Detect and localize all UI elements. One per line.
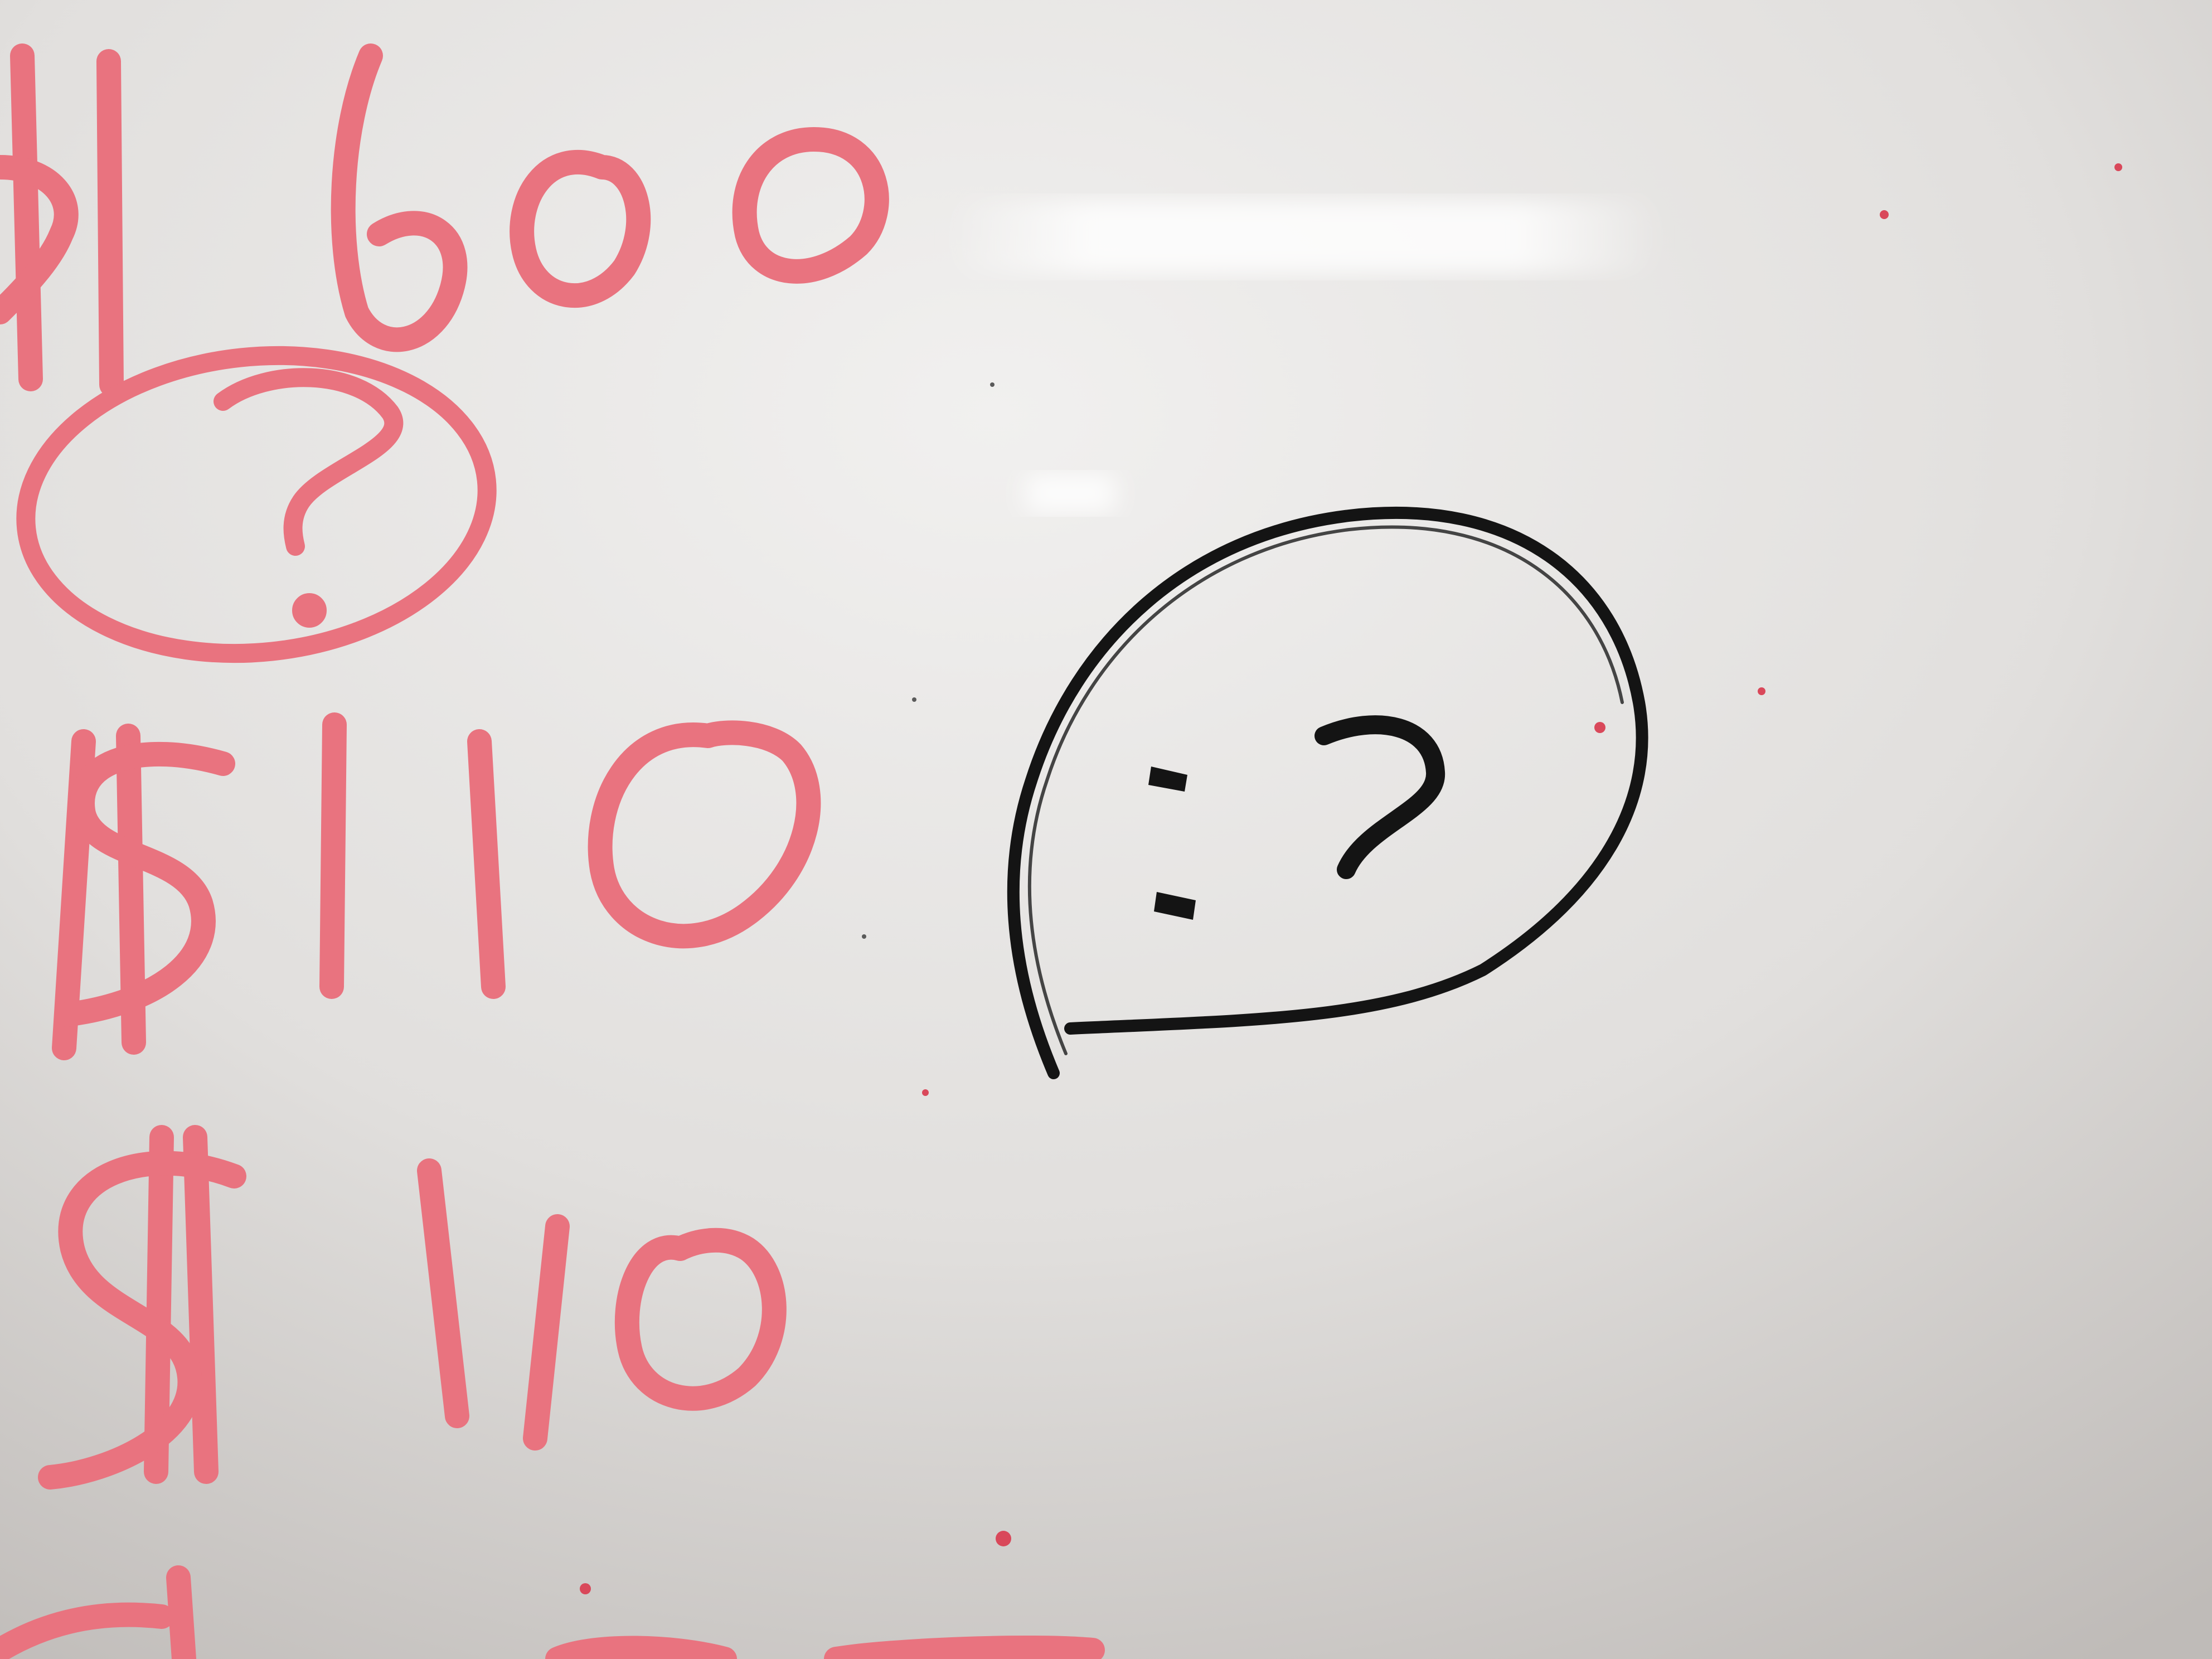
light-glare-small [1015,474,1126,513]
whiteboard-photo: $ 600 ? $ 110 $ 110 :? [0,0,2212,1659]
light-glare [948,201,1661,273]
whiteboard-canvas: $ 600 ? $ 110 $ 110 :? [0,0,2212,1659]
